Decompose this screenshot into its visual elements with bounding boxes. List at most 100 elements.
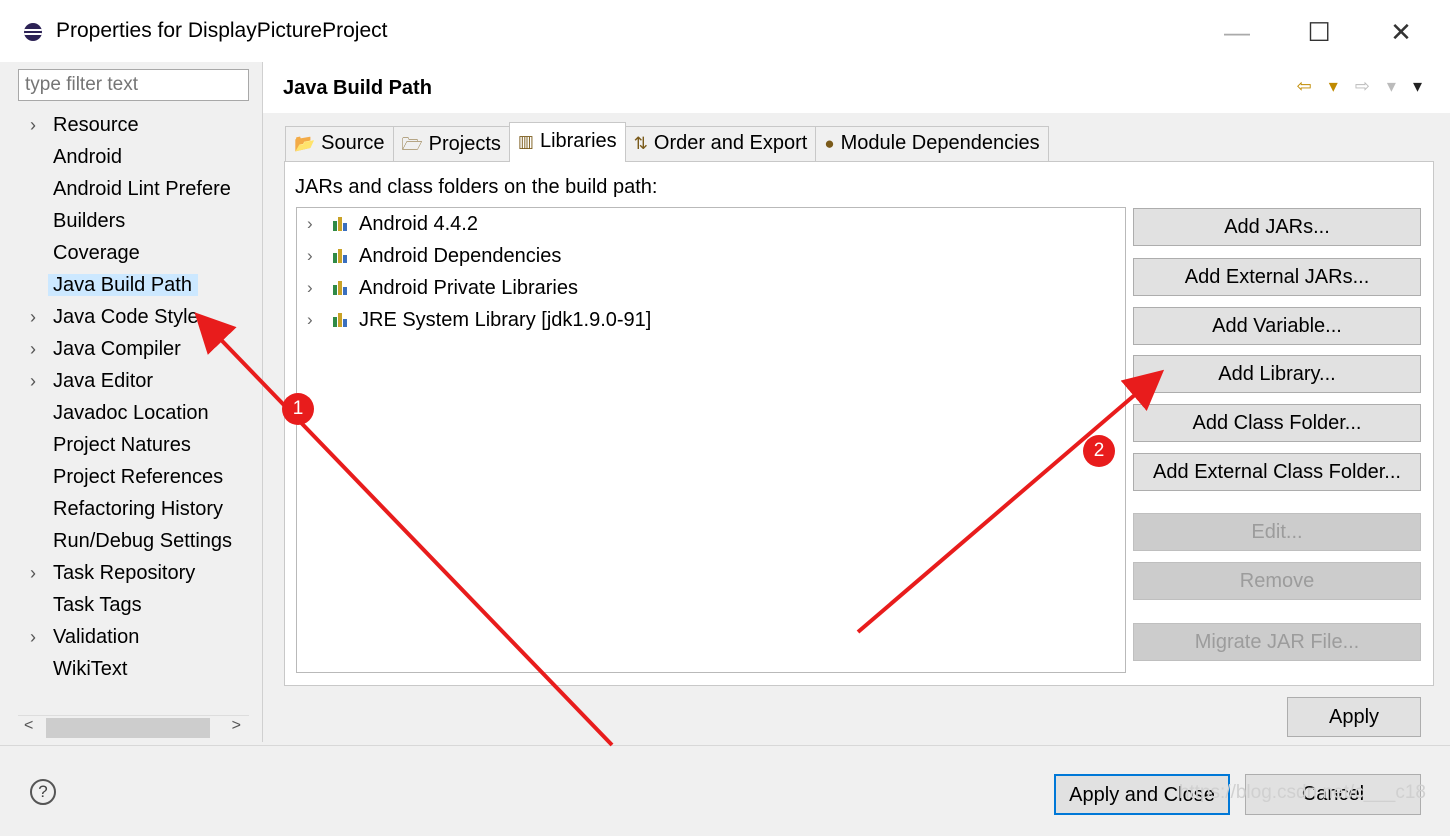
chevron-right-icon[interactable]: › bbox=[307, 208, 313, 240]
tab-projects[interactable]: 🗁 Projects bbox=[392, 126, 510, 162]
window-title: Properties for DisplayPictureProject bbox=[56, 19, 388, 42]
nav-item-label: Task Tags bbox=[53, 594, 142, 616]
libraries-panel: JARs and class folders on the build path… bbox=[284, 161, 1434, 686]
chevron-right-icon[interactable]: › bbox=[307, 272, 313, 304]
tab-label: Libraries bbox=[539, 130, 617, 152]
nav-item-label: Android Lint Prefere bbox=[53, 178, 231, 200]
add-external-jars-button[interactable]: Add External JARs... bbox=[1133, 258, 1421, 296]
library-tree[interactable]: › Android 4.4.2 › Android Dependencies › Andr… bbox=[296, 207, 1126, 673]
order-export-icon: ⇅ bbox=[633, 134, 648, 153]
nav-item-label: Android bbox=[53, 146, 122, 168]
library-entry-label: Android 4.4.2 bbox=[359, 213, 478, 235]
properties-dialog: Properties for DisplayPictureProject — ☐… bbox=[0, 0, 1450, 836]
chevron-right-icon[interactable]: › bbox=[30, 302, 36, 332]
library-entry[interactable]: › Android Private Libraries bbox=[297, 272, 1125, 304]
filter-input[interactable] bbox=[18, 69, 249, 101]
scroll-right-icon[interactable]: > bbox=[232, 717, 241, 735]
add-library-button[interactable]: Add Library... bbox=[1133, 355, 1421, 393]
add-jars-button[interactable]: Add JARs... bbox=[1133, 208, 1421, 246]
nav-item[interactable]: Javadoc Location bbox=[18, 398, 258, 430]
nav-item-label: Javadoc Location bbox=[53, 402, 209, 424]
migrate-jar-button[interactable]: Migrate JAR File... bbox=[1133, 623, 1421, 661]
nav-item[interactable]: Run/Debug Settings bbox=[18, 526, 258, 558]
add-variable-button[interactable]: Add Variable... bbox=[1133, 307, 1421, 345]
nav-item-label: Run/Debug Settings bbox=[53, 530, 233, 552]
nav-item[interactable]: Project References bbox=[18, 462, 258, 494]
nav-item-label: Refactoring History bbox=[53, 498, 224, 520]
nav-item[interactable]: Project Natures bbox=[18, 430, 258, 462]
library-entry[interactable]: › Android 4.4.2 bbox=[297, 208, 1125, 240]
scroll-thumb[interactable] bbox=[46, 718, 210, 738]
library-entry-label: Android Private Libraries bbox=[359, 277, 578, 299]
add-external-class-folder-button[interactable]: Add External Class Folder... bbox=[1133, 453, 1421, 491]
tab-module-dependencies[interactable]: ● Module Dependencies bbox=[815, 126, 1049, 162]
property-page-tree: › Resource Android Android Lint Prefere Buil… bbox=[18, 110, 258, 686]
chevron-right-icon[interactable]: › bbox=[30, 622, 36, 652]
nav-item[interactable]: › Java Editor bbox=[18, 366, 258, 398]
projects-icon: 🗁 bbox=[401, 135, 423, 154]
page-title: Java Build Path bbox=[283, 77, 432, 99]
splitter[interactable] bbox=[262, 62, 263, 742]
remove-button[interactable]: Remove bbox=[1133, 562, 1421, 600]
back-arrow-icon[interactable]: ⇦ ▾ bbox=[1297, 76, 1344, 96]
library-icon bbox=[333, 217, 351, 231]
watermark-text: https://blog.csdn.net/c___c18 bbox=[1178, 782, 1426, 803]
nav-item-label: WikiText bbox=[53, 658, 128, 680]
chevron-right-icon[interactable]: › bbox=[30, 366, 36, 396]
apply-button[interactable]: Apply bbox=[1287, 697, 1421, 737]
view-menu-icon[interactable]: ▾ bbox=[1413, 76, 1428, 96]
nav-item[interactable]: › Task Repository bbox=[18, 558, 258, 590]
nav-item[interactable]: WikiText bbox=[18, 654, 258, 686]
nav-item-label: Project Natures bbox=[53, 434, 191, 456]
library-entry[interactable]: › Android Dependencies bbox=[297, 240, 1125, 272]
nav-item-label: Java Build Path bbox=[48, 274, 198, 296]
nav-item[interactable]: Task Tags bbox=[18, 590, 258, 622]
scroll-left-icon[interactable]: < bbox=[24, 717, 33, 735]
tab-label: Module Dependencies bbox=[840, 132, 1040, 154]
libraries-heading: JARs and class folders on the build path… bbox=[295, 176, 658, 198]
nav-item[interactable]: Refactoring History bbox=[18, 494, 258, 526]
tab-libraries[interactable]: ▥ Libraries bbox=[508, 122, 626, 162]
close-button[interactable]: ✕ bbox=[1378, 10, 1424, 54]
chevron-right-icon[interactable]: › bbox=[307, 304, 313, 336]
tab-order-and-export[interactable]: ⇅ Order and Export bbox=[624, 126, 817, 162]
nav-item[interactable]: › Java Compiler bbox=[18, 334, 258, 366]
nav-item[interactable]: Builders bbox=[18, 206, 258, 238]
nav-item-label: Task Repository bbox=[53, 562, 196, 584]
nav-item[interactable]: › Java Code Style bbox=[18, 302, 258, 334]
eclipse-icon bbox=[24, 23, 42, 41]
nav-item-label: Java Compiler bbox=[53, 338, 181, 360]
library-entry[interactable]: › JRE System Library [jdk1.9.0-91] bbox=[297, 304, 1125, 336]
history-controls: ⇦ ▾ ⇨ ▾ ▾ bbox=[1297, 76, 1428, 97]
module-icon: ● bbox=[824, 134, 835, 153]
source-folder-icon: 📂 bbox=[294, 134, 316, 153]
page-header: Java Build Path ⇦ ▾ ⇨ ▾ ▾ bbox=[263, 62, 1450, 113]
nav-item-label: Builders bbox=[53, 210, 126, 232]
nav-item[interactable]: Java Build Path bbox=[18, 270, 258, 302]
edit-button[interactable]: Edit... bbox=[1133, 513, 1421, 551]
help-icon[interactable]: ? bbox=[30, 779, 56, 805]
chevron-right-icon[interactable]: › bbox=[307, 240, 313, 272]
library-icon bbox=[333, 249, 351, 263]
minimize-button[interactable]: — bbox=[1214, 10, 1260, 54]
chevron-right-icon[interactable]: › bbox=[30, 334, 36, 364]
add-class-folder-button[interactable]: Add Class Folder... bbox=[1133, 404, 1421, 442]
nav-item-label: Project References bbox=[53, 466, 224, 488]
maximize-button[interactable]: ☐ bbox=[1296, 10, 1342, 54]
chevron-right-icon[interactable]: › bbox=[30, 110, 36, 140]
nav-item[interactable]: Android Lint Prefere bbox=[18, 174, 258, 206]
tab-source[interactable]: 📂 Source bbox=[285, 126, 394, 162]
nav-item[interactable]: › Resource bbox=[18, 110, 258, 142]
annotation-badge-2: 2 bbox=[1083, 435, 1115, 467]
nav-item[interactable]: Android bbox=[18, 142, 258, 174]
nav-item[interactable]: Coverage bbox=[18, 238, 258, 270]
dialog-footer: ? Apply and Close Cancel https://blog.cs… bbox=[0, 745, 1450, 836]
chevron-right-icon[interactable]: › bbox=[30, 558, 36, 588]
library-entry-label: JRE System Library [jdk1.9.0-91] bbox=[359, 309, 652, 331]
tab-label: Order and Export bbox=[653, 132, 808, 154]
nav-horizontal-scrollbar[interactable]: < > bbox=[18, 715, 249, 739]
forward-arrow-icon[interactable]: ⇨ ▾ bbox=[1355, 76, 1402, 96]
build-path-tabs: 📂 Source 🗁 Projects ▥ Libraries ⇅ Order and Exp… bbox=[285, 122, 1049, 162]
nav-item-label: Java Code Style bbox=[53, 306, 199, 328]
nav-item[interactable]: › Validation bbox=[18, 622, 258, 654]
